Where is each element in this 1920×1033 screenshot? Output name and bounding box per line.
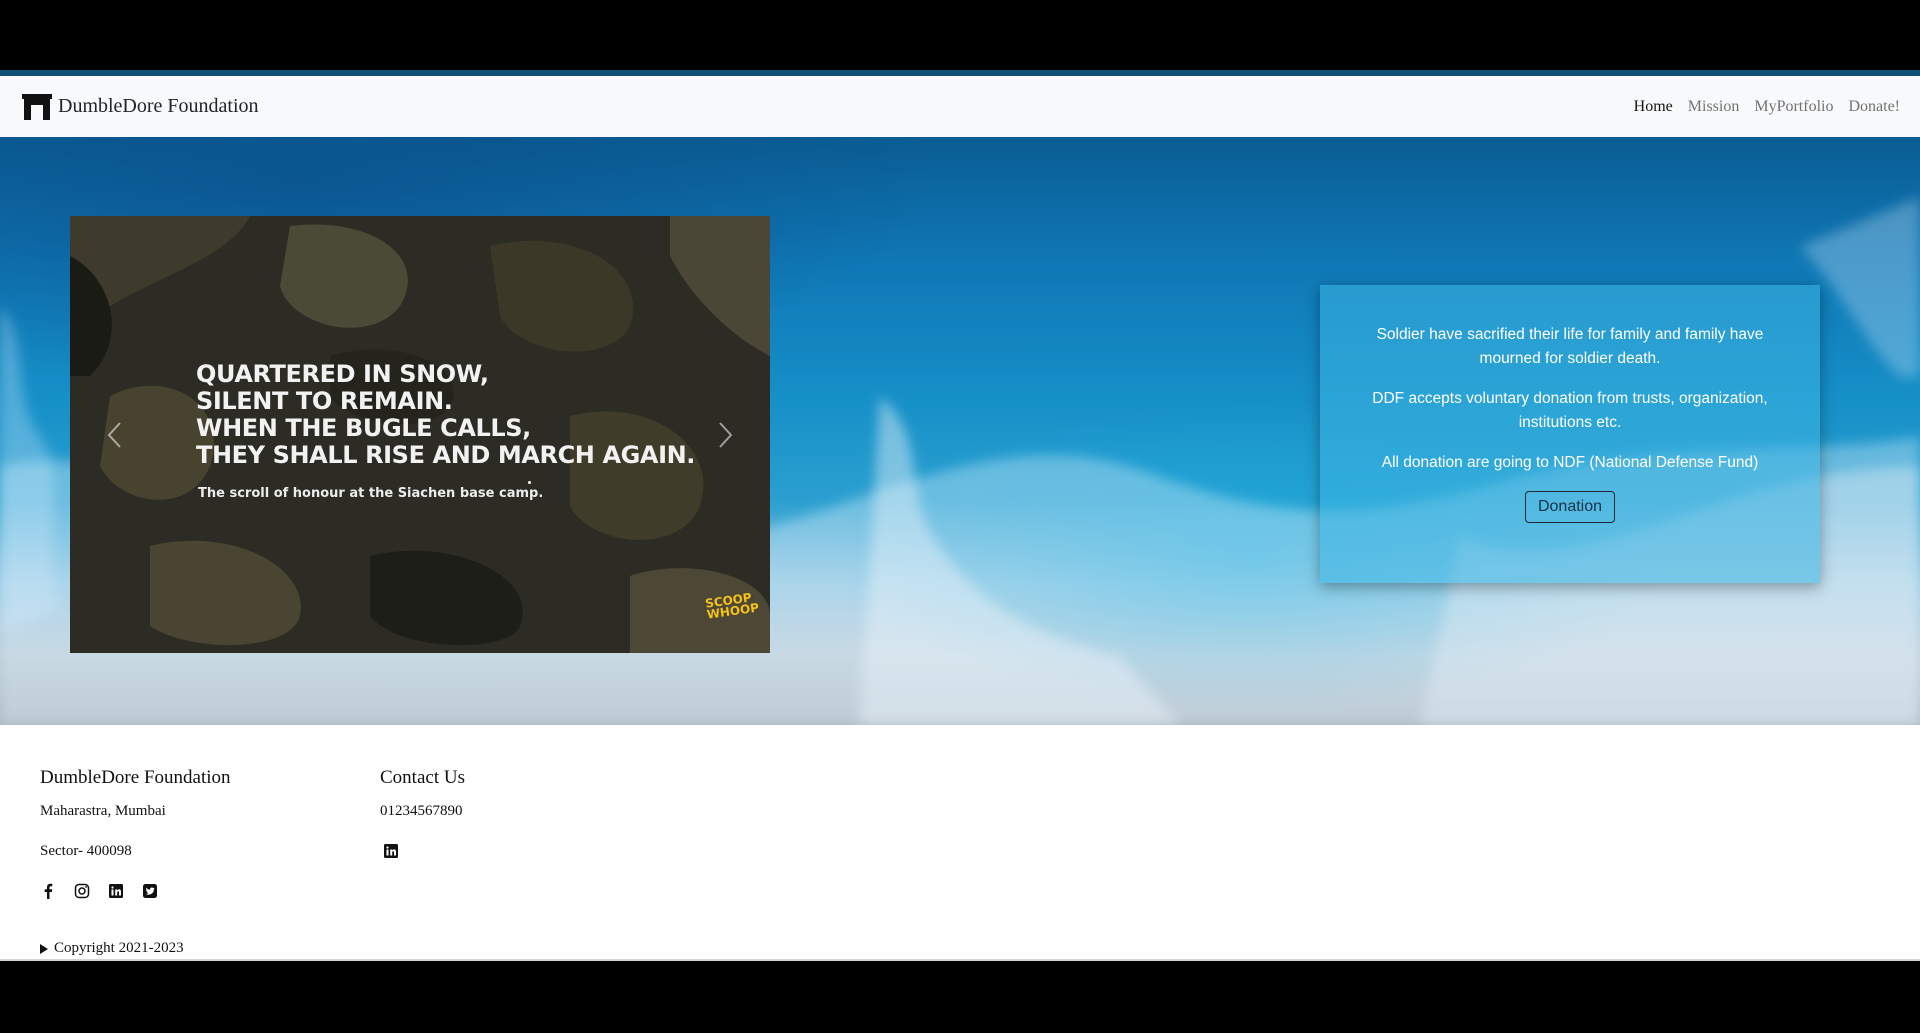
navbar: DumbleDore Foundation Home Mission MyPor… [0, 76, 1920, 137]
footer-address-sector: Sector- 400098 [40, 843, 132, 859]
info-paragraph: Soldier have sacrified their life for fa… [1376, 326, 1764, 367]
nav-links: Home Mission MyPortfolio Donate! [1634, 98, 1900, 116]
facebook-icon[interactable] [40, 883, 56, 899]
copyright-text: Copyright 2021-2023 [54, 940, 184, 956]
hero-ocean-background: Quartered in snow, Silent to remain. Whe… [0, 137, 1920, 725]
info-paragraph: DDF accepts voluntary donation from trus… [1372, 390, 1768, 431]
chevron-right-icon [719, 421, 733, 448]
footer-contact-title: Contact Us [380, 767, 465, 788]
footer-org-title: DumbleDore Foundation [40, 767, 231, 788]
archway-icon [22, 93, 52, 120]
linkedin-icon[interactable] [108, 883, 124, 899]
poem-line: They shall rise and march again. [196, 441, 696, 469]
linkedin-icon[interactable] [383, 843, 399, 859]
poem-line: When the bugle calls, [196, 414, 531, 442]
nav-mission[interactable]: Mission [1688, 98, 1740, 116]
slide-dot [528, 481, 531, 484]
chevron-left-icon [107, 421, 121, 448]
carousel-prev-button[interactable] [70, 216, 160, 653]
instagram-icon[interactable] [74, 883, 90, 899]
social-links [40, 883, 231, 899]
nav-myportfolio[interactable]: MyPortfolio [1754, 98, 1833, 116]
brand-link[interactable]: DumbleDore Foundation [22, 93, 259, 120]
footer-bottom-border [0, 959, 1920, 961]
poem-line: Quartered in snow, [196, 360, 489, 388]
footer: DumbleDore Foundation Maharastra, Mumbai… [0, 725, 1920, 960]
quote-carousel[interactable]: Quartered in snow, Silent to remain. Whe… [70, 216, 770, 653]
poem-text: Quartered in snow, Silent to remain. Whe… [196, 361, 695, 469]
nav-donate[interactable]: Donate! [1848, 98, 1900, 116]
poem-line: Silent to remain. [196, 387, 453, 415]
slide-caption: The scroll of honour at the Siachen base… [198, 486, 544, 501]
donation-info-card: Soldier have sacrified their life for fa… [1320, 285, 1820, 583]
footer-org-column: DumbleDore Foundation Maharastra, Mumbai… [40, 767, 231, 899]
footer-contact-column: Contact Us 01234567890 [380, 767, 465, 864]
nav-home[interactable]: Home [1634, 98, 1673, 116]
footer-address-city: Maharastra, Mumbai [40, 803, 166, 819]
donation-button[interactable]: Donation [1524, 491, 1616, 523]
info-paragraph: All donation are going to NDF (National … [1381, 454, 1759, 471]
twitter-icon[interactable] [142, 883, 158, 899]
brand-name: DumbleDore Foundation [58, 95, 259, 117]
footer-phone: 01234567890 [380, 803, 463, 819]
carousel-next-button[interactable] [680, 216, 770, 653]
disclosure-triangle-icon [40, 943, 48, 954]
copyright-toggle[interactable]: Copyright 2021-2023 [40, 940, 184, 957]
